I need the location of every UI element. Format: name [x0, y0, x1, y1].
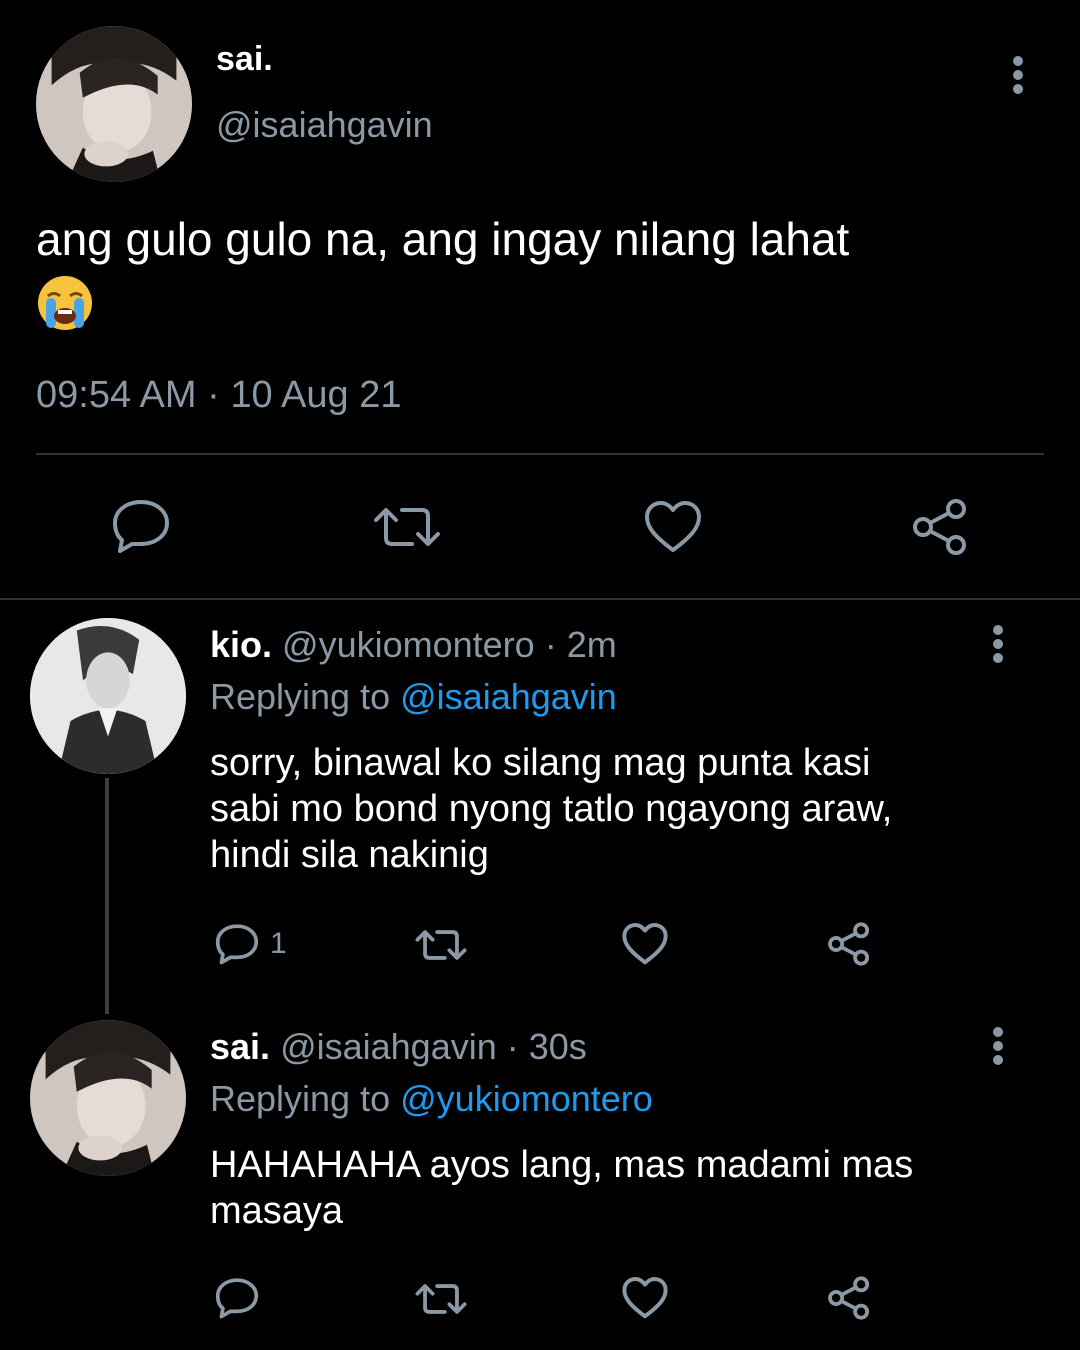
retweet-icon[interactable]: [372, 502, 442, 552]
main-tweet-divider: [36, 453, 1044, 455]
reply-2-text-line: HAHAHAHA ayos lang, mas madami mas: [210, 1144, 914, 1186]
reply-2-more-icon[interactable]: [986, 1026, 1010, 1068]
reply-2-share-icon[interactable]: [826, 1276, 872, 1320]
loudly-crying-face-icon: [36, 274, 94, 332]
share-icon[interactable]: [910, 498, 970, 556]
reply-2-reply-icon[interactable]: [214, 1276, 260, 1320]
section-divider: [0, 598, 1080, 600]
reply-1-text-line: sorry, binawal ko silang mag punta kasi: [210, 742, 871, 784]
avatar-photo: [36, 26, 192, 182]
reply-2-retweet-icon[interactable]: [414, 1280, 468, 1318]
reply-2-replying-to: Replying to @yukiomontero: [210, 1078, 653, 1120]
reply-2-heart-icon[interactable]: [622, 1276, 668, 1320]
replying-to-mention[interactable]: @yukiomontero: [400, 1078, 653, 1119]
main-tweet-body: ang gulo gulo na, ang ingay nilang lahat: [36, 213, 850, 265]
reply-2-time[interactable]: · 30s: [507, 1026, 587, 1067]
reply-icon: [215, 924, 259, 965]
replying-to-mention[interactable]: @isaiahgavin: [400, 676, 617, 717]
reply-2-author-handle[interactable]: @isaiahgavin: [280, 1026, 497, 1067]
reply-1-more-icon[interactable]: [986, 624, 1010, 666]
reply-1-retweet-icon[interactable]: [414, 926, 468, 964]
reply-1-share-icon[interactable]: [826, 922, 872, 966]
reply-1-reply-button[interactable]: 1: [214, 922, 287, 966]
avatar-photo: [30, 618, 186, 774]
reply-1-author-name[interactable]: kio.: [210, 624, 272, 665]
replying-to-label: Replying to: [210, 676, 391, 717]
reply-2-avatar[interactable]: [30, 1020, 186, 1176]
thread-connector-line: [105, 778, 109, 1014]
main-more-icon[interactable]: [1004, 54, 1032, 100]
reply-count: 1: [270, 927, 287, 960]
avatar-photo: [30, 1020, 186, 1176]
replying-to-label: Replying to: [210, 1078, 391, 1119]
reply-1-time[interactable]: · 2m: [545, 624, 617, 665]
reply-2-text: HAHAHAHA ayos lang, mas madami mas masay…: [210, 1142, 1050, 1234]
reply-2-text-line: masaya: [210, 1190, 344, 1232]
main-author-avatar[interactable]: [36, 26, 192, 182]
reply-1-text: sorry, binawal ko silang mag punta kasi …: [210, 740, 1050, 878]
reply-icon[interactable]: [110, 498, 172, 554]
main-author-handle[interactable]: @isaiahgavin: [216, 104, 433, 146]
reply-1-author-handle[interactable]: @yukiomontero: [282, 624, 535, 665]
main-author-name[interactable]: sai.: [216, 40, 273, 79]
heart-icon[interactable]: [644, 500, 702, 554]
reply-2-author-name[interactable]: sai.: [210, 1026, 270, 1067]
main-tweet-text: ang gulo gulo na, ang ingay nilang lahat: [36, 210, 1036, 332]
reply-1-heart-icon[interactable]: [622, 922, 668, 966]
reply-1-text-line: sabi mo bond nyong tatlo ngayong araw,: [210, 788, 893, 830]
reply-2-header: sai. @isaiahgavin · 30s: [210, 1026, 587, 1068]
reply-1-header: kio. @yukiomontero · 2m: [210, 624, 617, 666]
reply-1-avatar[interactable]: [30, 618, 186, 774]
reply-1-replying-to: Replying to @isaiahgavin: [210, 676, 617, 718]
reply-1-text-line: hindi sila nakinig: [210, 834, 489, 876]
main-tweet-timestamp[interactable]: 09:54 AM · 10 Aug 21: [36, 374, 402, 417]
